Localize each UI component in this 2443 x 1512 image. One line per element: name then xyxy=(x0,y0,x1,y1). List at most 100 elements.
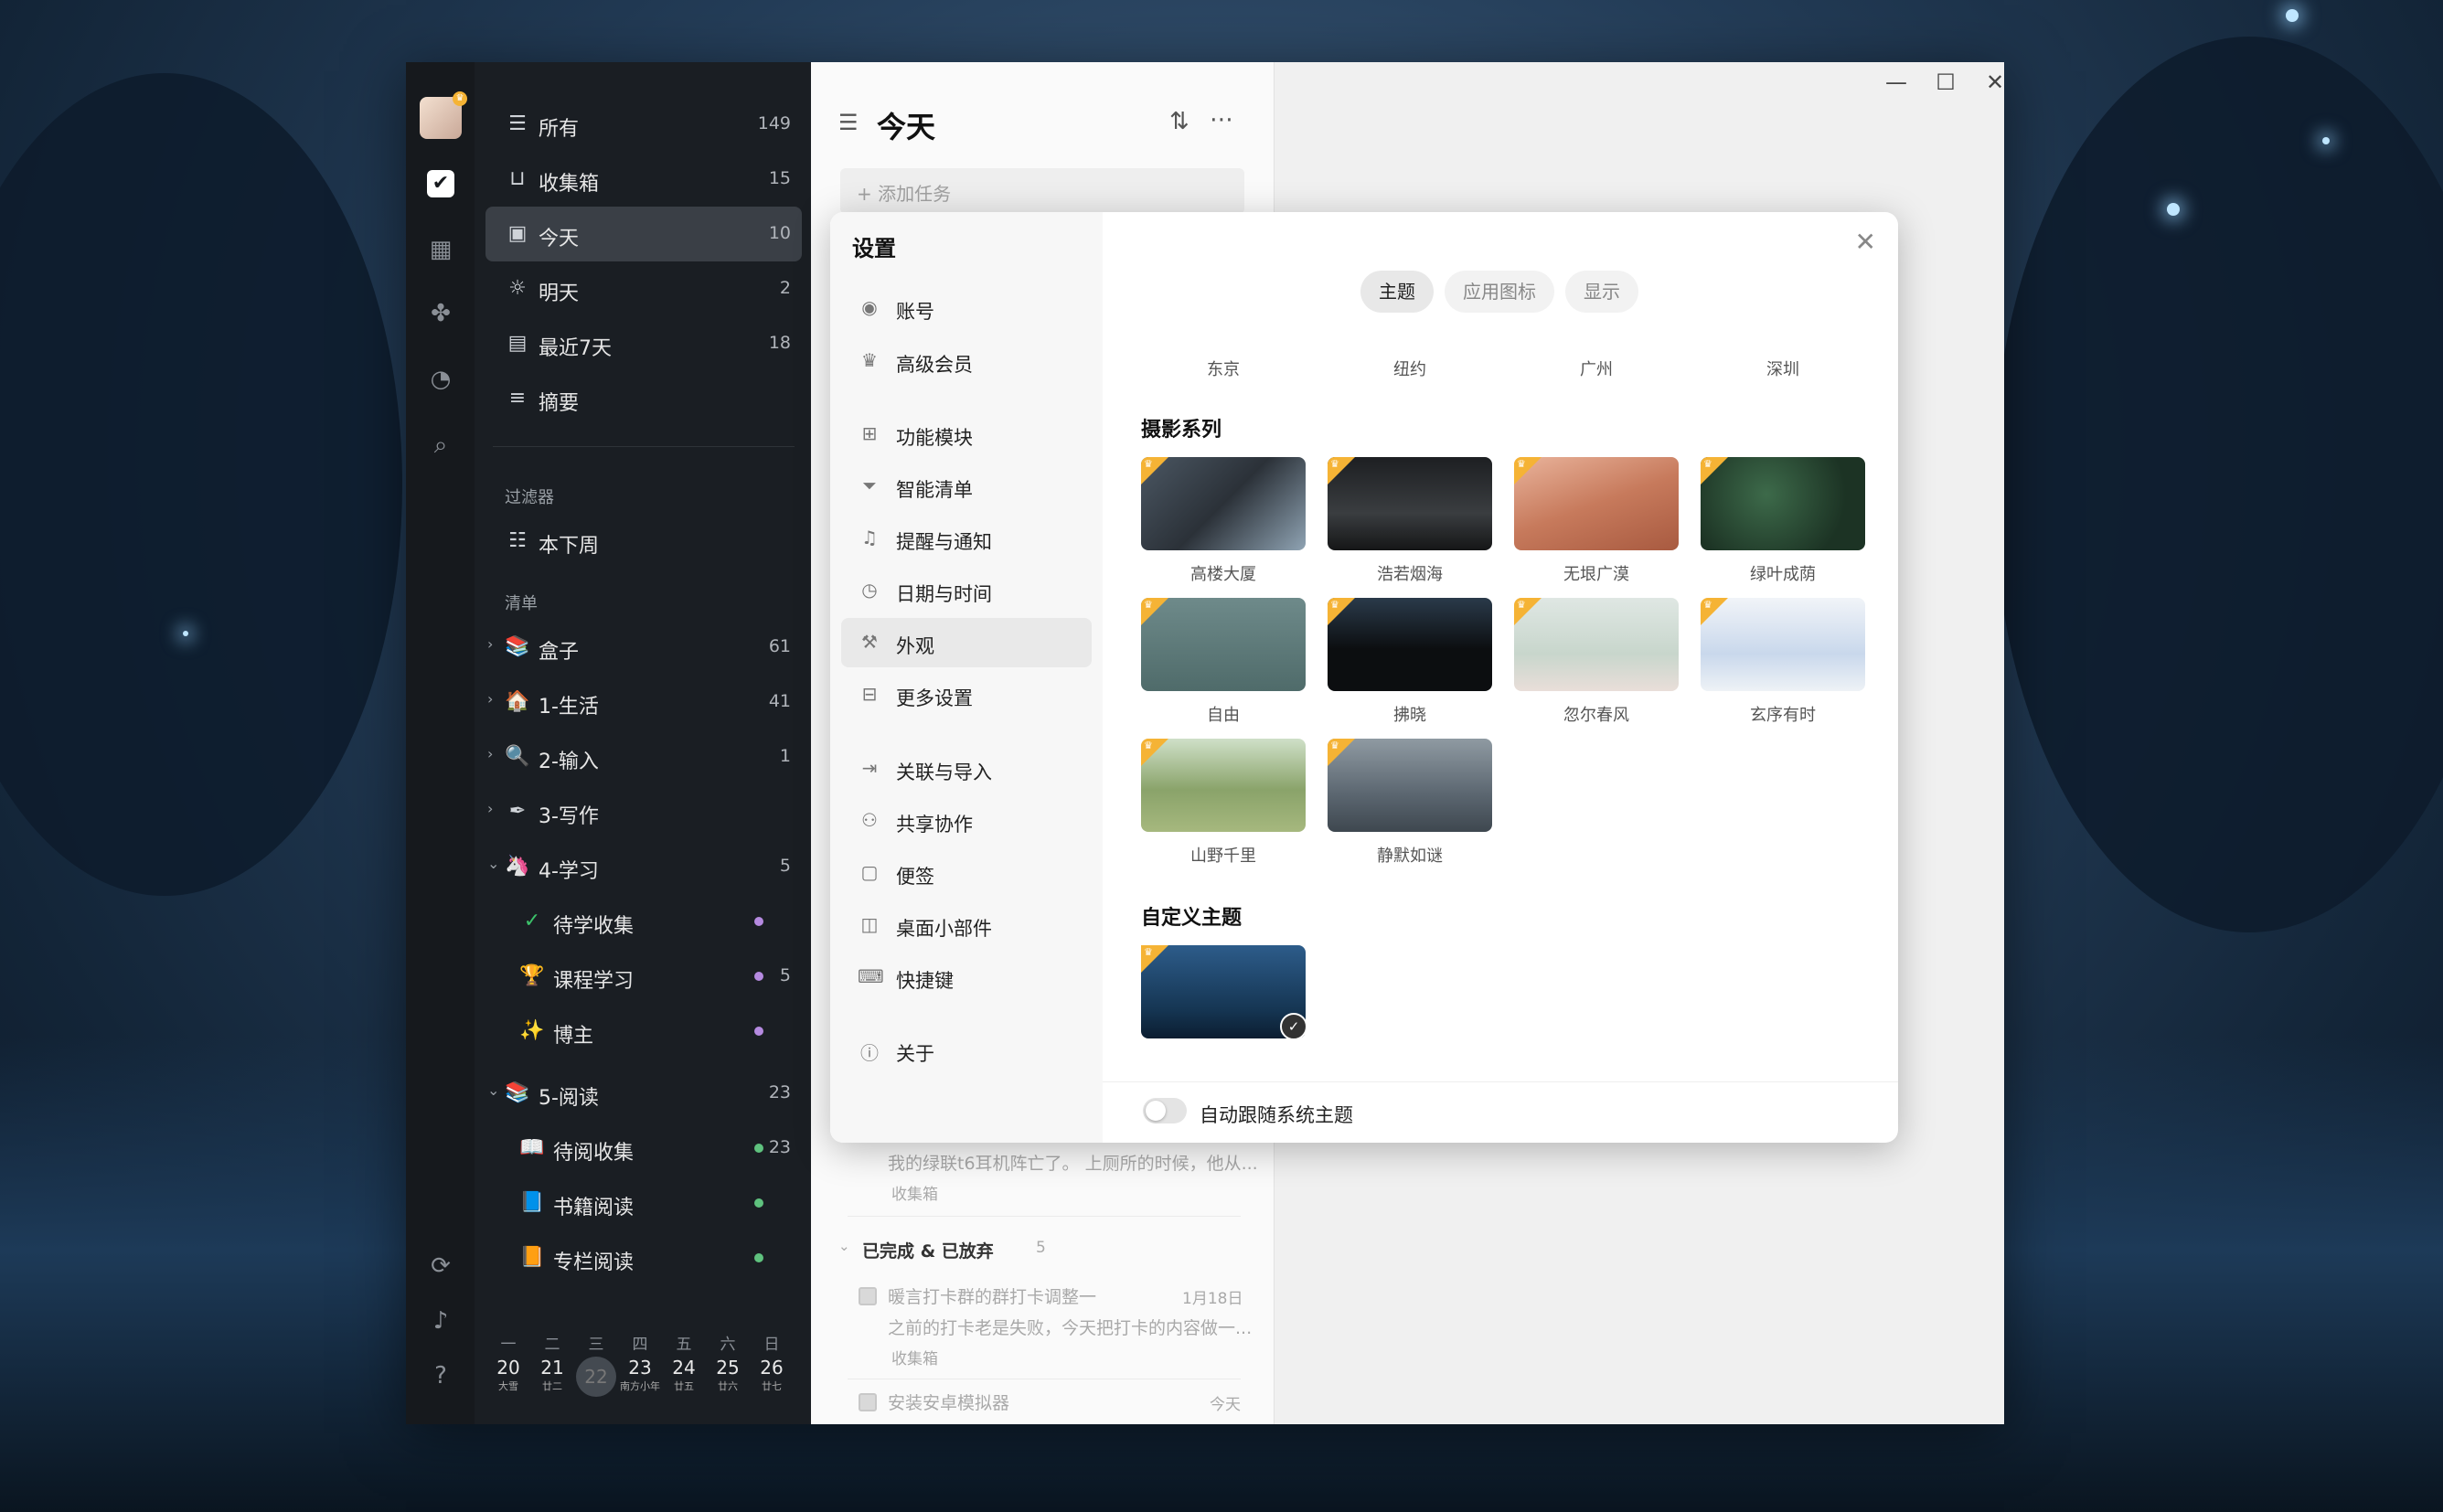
sidebar-item-inbox[interactable]: ⊔ 收集箱 15 xyxy=(485,152,802,207)
settings-nav-appearance[interactable]: ⚒ 外观 xyxy=(841,618,1092,667)
city-theme-label[interactable]: 广州 xyxy=(1514,357,1679,380)
minimize-button[interactable]: — xyxy=(1878,69,1915,95)
menu-icon[interactable]: ☰ xyxy=(838,110,859,135)
tab-theme[interactable]: 主题 xyxy=(1360,271,1434,313)
task-checkbox-icon[interactable]: ✔ xyxy=(427,170,454,197)
theme-thumbnail[interactable]: ♛ xyxy=(1328,457,1492,550)
theme-thumbnail[interactable]: ♛ xyxy=(1328,739,1492,832)
search-icon[interactable]: ⌕ xyxy=(425,430,456,461)
sidebar-item-tomorrow[interactable]: ☼ 明天 2 xyxy=(485,261,802,316)
tab-app-icon[interactable]: 应用图标 xyxy=(1445,271,1554,313)
city-theme-label[interactable]: 东京 xyxy=(1141,357,1306,380)
sidebar-item-study-collect[interactable]: ✓ 待学收集 xyxy=(500,894,802,949)
sidebar-item-blogger[interactable]: ✨ 博主 xyxy=(500,1004,802,1059)
sidebar-item-input[interactable]: › 🔍 2-输入 1 xyxy=(485,729,802,784)
task-checkbox[interactable] xyxy=(859,1393,877,1411)
sort-icon[interactable]: ⇅ xyxy=(1169,108,1189,135)
calendar-day[interactable]: 26 廿七 xyxy=(752,1357,792,1393)
clock-icon[interactable]: ◔ xyxy=(425,364,456,395)
crown-icon: ♛ xyxy=(453,91,467,106)
task-checkbox[interactable] xyxy=(859,1287,877,1305)
city-theme-label[interactable]: 纽约 xyxy=(1328,357,1492,380)
settings-nav-date-time[interactable]: ◷ 日期与时间 xyxy=(841,566,1092,615)
sidebar-item-all[interactable]: ☰ 所有 149 xyxy=(485,97,802,152)
chevron-down-icon[interactable]: ⌄ xyxy=(487,855,499,872)
weekday-label: 一 xyxy=(500,1336,517,1354)
grid-icon[interactable]: ✤ xyxy=(425,298,456,329)
sidebar-item-summary[interactable]: ≡ 摘要 xyxy=(485,371,802,426)
settings-nav-share[interactable]: ⚇ 共享协作 xyxy=(841,796,1092,846)
sidebar-item-life[interactable]: › 🏠 1-生活 41 xyxy=(485,675,802,729)
chevron-down-icon[interactable]: ⌄ xyxy=(838,1238,850,1254)
theme-thumbnail[interactable]: ♛ xyxy=(1701,457,1865,550)
chevron-right-icon[interactable]: › xyxy=(487,745,493,762)
add-task-input[interactable]: + 添加任务 xyxy=(840,168,1244,214)
settings-nav-account[interactable]: ◉ 账号 xyxy=(841,283,1092,333)
sidebar-item-writing[interactable]: › ✒ 3-写作 xyxy=(485,784,802,839)
settings-nav-premium[interactable]: ♛ 高级会员 xyxy=(841,336,1092,386)
sidebar-item-reading[interactable]: ⌄ 📚 5-阅读 23 xyxy=(485,1066,802,1121)
chevron-down-icon[interactable]: ⌄ xyxy=(487,1081,499,1099)
more-icon[interactable]: ⋯ xyxy=(1210,106,1233,133)
close-window-button[interactable]: ✕ xyxy=(1977,69,2004,95)
settings-nav-modules[interactable]: ⊞ 功能模块 xyxy=(841,410,1092,459)
calendar-day-today[interactable]: 22 xyxy=(576,1357,616,1397)
sync-icon[interactable]: ⟳ xyxy=(425,1251,456,1282)
auto-theme-toggle[interactable] xyxy=(1143,1098,1187,1123)
calendar-day[interactable]: 20 大雪 xyxy=(488,1357,528,1393)
theme-thumbnail[interactable]: ♛ xyxy=(1141,598,1306,691)
theme-thumbnail[interactable]: ♛ xyxy=(1141,457,1306,550)
task-item-title[interactable]: 安装安卓模拟器 xyxy=(888,1390,1009,1414)
settings-nav-import[interactable]: ⇥ 关联与导入 xyxy=(841,744,1092,793)
theme-thumbnail[interactable]: ♛ xyxy=(1514,457,1679,550)
crown-icon: ♛ xyxy=(1144,599,1153,611)
sidebar-item-course[interactable]: 🏆 课程学习 5 xyxy=(500,949,802,1004)
sidebar-item-study[interactable]: ⌄ 🦄 4-学习 5 xyxy=(485,839,802,894)
sidebar-item-column-reading[interactable]: 📙 专栏阅读 xyxy=(500,1230,802,1285)
custom-theme-thumbnail[interactable]: ♛ ✓ xyxy=(1141,945,1307,1040)
theme-thumbnail[interactable]: ♛ xyxy=(1701,598,1865,691)
calendar-day[interactable]: 21 廿二 xyxy=(532,1357,572,1393)
task-item-title[interactable]: 暖言打卡群的群打卡调整一 xyxy=(888,1283,1096,1308)
bell-icon[interactable]: ♪ xyxy=(425,1305,456,1336)
calendar-icon[interactable]: ▦ xyxy=(425,234,456,265)
theme-thumbnail[interactable]: ♛ xyxy=(1514,598,1679,691)
settings-nav-smart-list[interactable]: ⏷ 智能清单 xyxy=(841,462,1092,511)
settings-nav-more[interactable]: ⊟ 更多设置 xyxy=(841,670,1092,719)
sidebar-item-book-reading[interactable]: 📘 书籍阅读 xyxy=(500,1176,802,1230)
close-icon[interactable]: ✕ xyxy=(1855,227,1876,257)
calendar-day[interactable]: 24 廿五 xyxy=(664,1357,704,1393)
crown-icon: ♛ xyxy=(1144,740,1153,751)
calendar-day[interactable]: 23 南方小年 xyxy=(620,1357,660,1393)
app-window: ♛ ✔ ▦ ✤ ◔ ⌕ ⟳ ♪ ? ☰ 所有 149 ⊔ 收集箱 15 ▣ 今天… xyxy=(406,62,2004,1424)
sidebar-item-box[interactable]: › 📚 盒子 61 xyxy=(485,620,802,675)
settings-nav-note[interactable]: ▢ 便签 xyxy=(841,848,1092,898)
city-theme-label[interactable]: 深圳 xyxy=(1701,357,1865,380)
sidebar-item-filter[interactable]: ☷ 本下周 xyxy=(485,514,802,569)
theme-thumbnail[interactable]: ♛ xyxy=(1328,598,1492,691)
paint-icon: ⚒ xyxy=(861,631,878,653)
maximize-button[interactable]: ☐ xyxy=(1927,69,1964,95)
tab-display[interactable]: 显示 xyxy=(1565,271,1638,313)
sidebar-item-today[interactable]: ▣ 今天 10 xyxy=(485,207,802,261)
chevron-right-icon[interactable]: › xyxy=(487,690,493,708)
calendar-day[interactable]: 25 廿六 xyxy=(708,1357,748,1393)
settings-nav-widget[interactable]: ◫ 桌面小部件 xyxy=(841,900,1092,950)
auto-theme-label: 自动跟随系统主题 xyxy=(1200,1104,1353,1126)
task-item-date: 今天 xyxy=(1210,1396,1241,1414)
help-icon[interactable]: ? xyxy=(425,1360,456,1391)
theme-thumbnail[interactable]: ♛ xyxy=(1141,739,1306,832)
sidebar-item-reading-collect[interactable]: 📖 待阅收集 23 xyxy=(500,1121,802,1176)
completed-section-header[interactable]: 已完成 & 已放弃 xyxy=(862,1238,994,1262)
sidebar-item-next7[interactable]: ▤ 最近7天 18 xyxy=(485,316,802,371)
settings-nav-shortcuts[interactable]: ⌨ 快捷键 xyxy=(841,953,1092,1002)
firefly-light xyxy=(2322,137,2330,144)
photo-series-title: 摄影系列 xyxy=(1141,419,1222,442)
chevron-right-icon[interactable]: › xyxy=(487,635,493,653)
clock-icon: ◷ xyxy=(861,579,878,601)
settings-nav-reminders[interactable]: ♫ 提醒与通知 xyxy=(841,514,1092,563)
settings-nav-about[interactable]: ⓘ 关于 xyxy=(841,1026,1092,1075)
weekday-label: 三 xyxy=(588,1336,604,1354)
chevron-right-icon[interactable]: › xyxy=(487,800,493,817)
avatar[interactable]: ♛ xyxy=(420,91,467,139)
